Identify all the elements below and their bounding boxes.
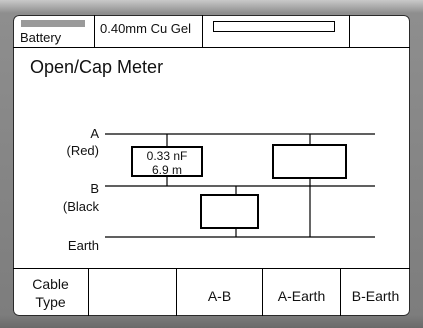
softkey-bar: Cable Type A-B A-Earth B-Earth bbox=[13, 268, 410, 316]
wire-b-sublabel: (Black bbox=[63, 199, 100, 214]
cable-type-softkey-line1: Cable bbox=[32, 276, 69, 292]
wire-a-sublabel: (Red) bbox=[66, 143, 99, 158]
a-earth-softkey-label: A-Earth bbox=[277, 288, 326, 304]
progress-indicator bbox=[203, 15, 350, 47]
status-bar: Battery 0.40mm Cu Gel bbox=[13, 15, 410, 48]
wire-a-label: A bbox=[90, 126, 99, 141]
a-b-softkey[interactable]: A-B bbox=[177, 269, 263, 316]
a-earth-measurement-box[interactable] bbox=[272, 144, 347, 179]
b-earth-softkey[interactable]: B-Earth bbox=[341, 269, 410, 316]
earth-label: Earth bbox=[68, 238, 99, 253]
cable-type-softkey-line2: Type bbox=[35, 294, 66, 310]
battery-label: Battery bbox=[20, 30, 62, 45]
battery-indicator: Battery bbox=[13, 15, 95, 47]
a-b-softkey-label: A-B bbox=[207, 288, 232, 304]
progress-bar bbox=[213, 21, 335, 32]
cable-type-softkey[interactable]: Cable Type bbox=[13, 269, 89, 316]
wire-b-label: B bbox=[90, 181, 99, 196]
status-blank-cell bbox=[350, 15, 410, 47]
a-earth-softkey[interactable]: A-Earth bbox=[263, 269, 341, 316]
lcd-screen: Battery 0.40mm Cu Gel Open/Cap Meter A (… bbox=[13, 15, 410, 316]
b-earth-softkey-label: B-Earth bbox=[351, 288, 400, 304]
blank-softkey[interactable] bbox=[89, 269, 177, 316]
cable-type-indicator: 0.40mm Cu Gel bbox=[95, 15, 203, 47]
cable-type-label: 0.40mm Cu Gel bbox=[100, 21, 192, 36]
wire-diagram: A (Red) B (Black Earth 0.33 nF 6.9 m bbox=[63, 126, 375, 253]
battery-level-icon bbox=[21, 20, 85, 27]
b-earth-measurement-box[interactable] bbox=[200, 194, 259, 229]
ab-distance-value: 6.9 m bbox=[152, 163, 182, 177]
ab-capacitance-value: 0.33 nF bbox=[147, 149, 188, 163]
